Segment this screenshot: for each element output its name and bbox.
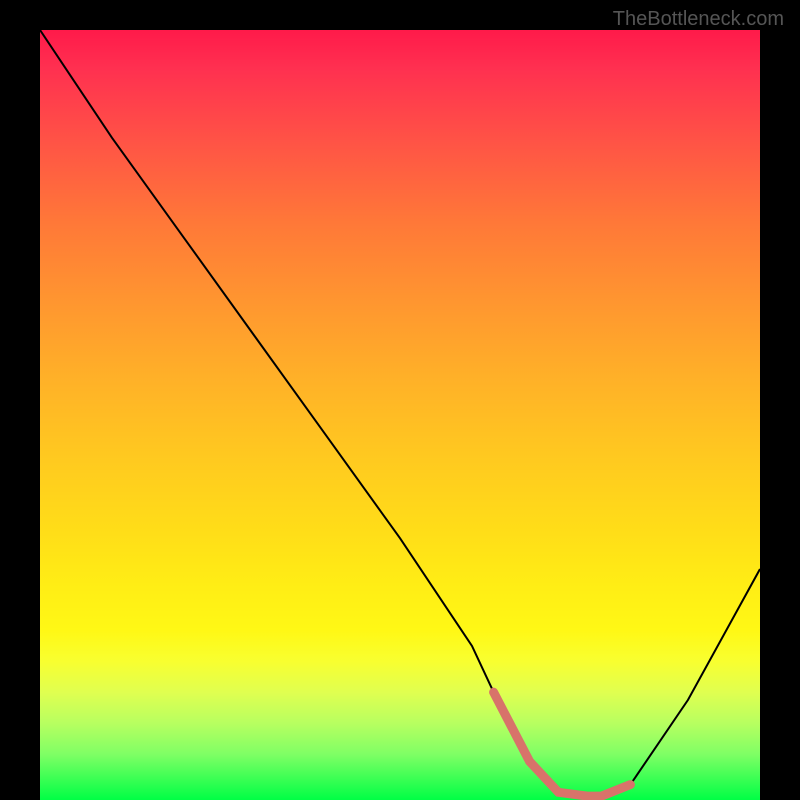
chart-area xyxy=(40,30,760,800)
optimal-zone-highlight xyxy=(494,692,631,796)
bottleneck-curve-line xyxy=(40,30,760,796)
curve-svg xyxy=(40,30,760,800)
watermark-text: TheBottleneck.com xyxy=(613,8,784,31)
